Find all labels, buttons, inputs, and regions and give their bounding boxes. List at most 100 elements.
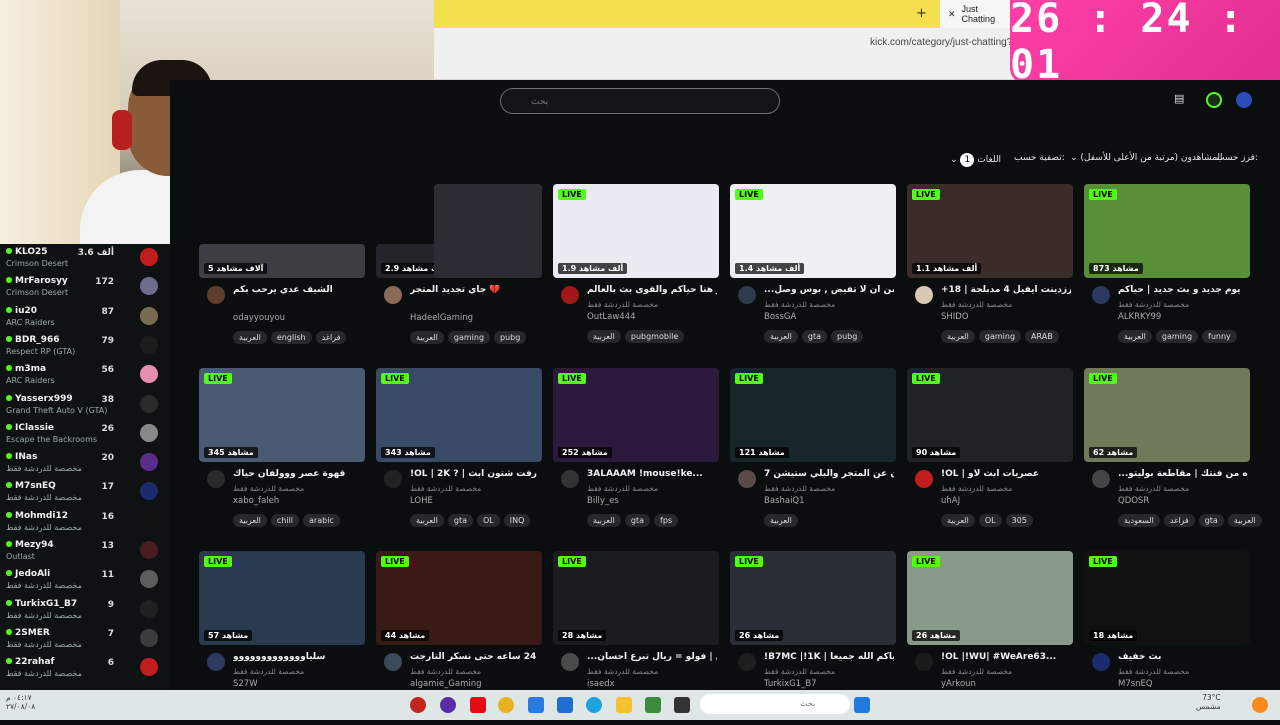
followed-channel-item[interactable]: KLO25 3.6 ألف Crimson Desert [0,244,170,273]
stream-title[interactable]: سلياووووووووووووو [233,652,363,662]
streamer-name[interactable]: Billy_es [587,496,619,506]
stream-thumbnail[interactable]: LIVE 18 مشاهد [1084,551,1250,645]
stream-card[interactable]: LIVE 252 مشاهد 3ALAAAM !mouse!ke... مخصصة ل… [553,368,721,542]
stream-category[interactable]: مخصصة للدردشة فقط [1118,484,1189,493]
stream-category[interactable]: مخصصة للدردشة فقط [410,484,481,493]
weather-widget[interactable]: 73°C مشمس [1196,693,1221,711]
tag[interactable]: fps [654,514,679,527]
stream-title[interactable]: بث 24 ساعه حتى نسكر التارجت [410,652,540,662]
stream-card[interactable]: LIVE 90 مشاهد !OL | عصريات ابث لاو مخصصة لل… [907,368,1075,542]
tag[interactable]: gaming [1155,330,1199,343]
close-icon[interactable]: ✕ [948,9,956,20]
tag[interactable]: العربية [1118,330,1152,343]
stream-card[interactable]: LIVE 121 مشاهد 7 ن عن المتجر والبلي ستيشن م… [730,368,898,542]
stream-title[interactable]: الازابر هنا حياكم والقوى بث بالعالم [587,285,717,295]
streamer-name[interactable]: OutLaw444 [587,312,636,322]
avatar[interactable] [915,286,933,304]
stream-title[interactable]: !OL | عصريات ابث لاو [941,469,1071,479]
streamer-name[interactable]: LOHE [410,496,433,506]
streamer-name[interactable]: isaedx [587,679,615,689]
obs-icon[interactable] [440,697,456,713]
streamer-name[interactable]: M7snEQ [1118,679,1153,689]
stream-thumbnail[interactable]: LIVE 873 مشاهد [1084,184,1250,278]
followed-channel-item[interactable]: INas 20 مخصصة للدردشة فقط [0,449,170,478]
followed-channel-item[interactable]: BDR_966 79 Respect RP (GTA) [0,332,170,361]
tag[interactable]: العربية [587,514,621,527]
stream-title[interactable]: بث خفيف [1118,652,1248,662]
tag[interactable]: العربية [764,330,798,343]
avatar[interactable] [384,286,402,304]
stream-title[interactable]: ...ويااه من فنتك | مقاطعة بوليتو [1118,469,1248,479]
tag[interactable]: gaming [447,331,491,344]
stream-thumbnail[interactable]: LIVE 345 مشاهد [199,368,365,462]
followed-channel-item[interactable]: IClassie 26 Escape the Backrooms [0,420,170,449]
kick-logo-icon[interactable] [1206,92,1222,108]
followed-channel-item[interactable]: JedoAli 11 مخصصة للدردشة فقط [0,566,170,595]
reader-icon[interactable]: ▤ [1174,92,1190,108]
tag[interactable]: OL [477,514,500,527]
tag[interactable]: العربية [1227,514,1262,527]
stream-category[interactable]: مخصصة للدردشة فقط [941,667,1012,676]
stream-thumbnail[interactable]: LIVE 62 مشاهد [1084,368,1250,462]
search-input[interactable] [500,88,780,114]
stream-thumbnail[interactable]: LIVE 28 مشاهد [553,551,719,645]
tag[interactable]: العربية [233,514,267,527]
app-icon[interactable] [557,697,573,713]
tag[interactable]: pubg [494,331,527,344]
app-icon[interactable] [410,697,426,713]
tag[interactable]: pubg [831,330,864,343]
avatar[interactable] [1236,92,1252,108]
tag[interactable]: 305 [1005,514,1033,527]
stream-category[interactable]: مخصصة للدردشة فقط [941,484,1012,493]
avatar[interactable] [1092,470,1110,488]
tag[interactable]: gaming [978,330,1022,343]
stream-title[interactable]: +18 | رزدينت ايفيل 4 مدبلجة [941,285,1071,295]
stream-card[interactable]: LIVE 343 مشاهد !OL | 2K ? | رفت شتون ابث مخ… [376,368,544,542]
tag[interactable]: العربية [941,330,975,343]
stream-thumbnail[interactable]: LIVE 252 مشاهد [553,368,719,462]
tag[interactable]: فراغد [1163,514,1195,527]
streamer-name[interactable]: S27W [233,679,258,689]
tag[interactable]: gta [1198,514,1224,527]
stream-thumbnail[interactable]: LIVE 26 مشاهد [907,551,1073,645]
stream-category[interactable]: مخصصة للدردشة فقط [1118,300,1189,309]
stream-card[interactable]: LIVE 1.9 ألف مشاهد الازابر هنا حياكم والقو… [553,184,721,358]
avatar[interactable] [738,653,756,671]
windows-start-icon[interactable] [854,697,870,713]
stream-category[interactable]: مخصصة للدردشة فقط [941,300,1012,309]
tag[interactable]: INQ [503,514,531,527]
avatar[interactable] [561,653,579,671]
followed-channel-item[interactable]: 22rahaf 6 مخصصة للدردشة فقط [0,654,170,683]
stream-title[interactable]: !B7MC |!1K | حياكم الله جميعا [764,652,894,662]
folder-icon[interactable] [616,697,632,713]
streamer-name[interactable]: ALKRKY99 [1118,312,1161,322]
stream-title[interactable]: يوم جديد و بث جديد | حياكم [1118,285,1248,295]
stream-category[interactable]: مخصصة للدردشة فقط [410,667,481,676]
tag[interactable]: العربية [764,514,798,527]
streamer-name[interactable]: BashaiQ1 [764,496,805,506]
streamer-name[interactable]: xabo_faleh [233,496,279,506]
stream-card[interactable]: LIVE 62 مشاهد ...ويااه من فنتك | مقاطعة بو… [1084,368,1262,542]
stream-thumbnail[interactable]: LIVE 1.9 ألف مشاهد [553,184,719,278]
tag[interactable]: العربية [410,331,444,344]
stream-thumbnail[interactable]: LIVE 121 مشاهد [730,368,896,462]
avatar[interactable] [738,286,756,304]
stream-category[interactable]: مخصصة للدردشة فقط [1118,667,1189,676]
tag[interactable]: السعودية [1118,514,1160,527]
followed-channel-item[interactable]: Yasserx999 38 Grand Theft Auto V (GTA) [0,391,170,420]
streamer-name[interactable]: QDOSR [1118,496,1149,506]
avatar[interactable] [1092,653,1110,671]
plus-icon[interactable]: + [916,6,927,21]
avatar[interactable] [207,470,225,488]
sort-dropdown[interactable]: ⌄ المشاهدون (مرتبة من الأعلى للأسفل) [1070,153,1223,163]
stream-thumbnail[interactable] [434,184,542,278]
store-icon[interactable] [528,697,544,713]
stream-title[interactable]: 3ALAAAM !mouse!ke... [587,469,717,479]
stream-category[interactable]: مخصصة للدردشة فقط [764,484,835,493]
stream-card[interactable]: LIVE 1.4 ألف مشاهد ...من ان لا تفيض , بوس … [730,184,898,358]
avatar[interactable] [384,470,402,488]
tag[interactable]: فراغد [315,331,347,344]
stream-card[interactable]: عشوائيات [434,184,544,278]
stream-thumbnail[interactable]: 5 آلاف مشاهد [199,244,365,278]
streamer-name[interactable]: TurkixG1_B7 [764,679,817,689]
